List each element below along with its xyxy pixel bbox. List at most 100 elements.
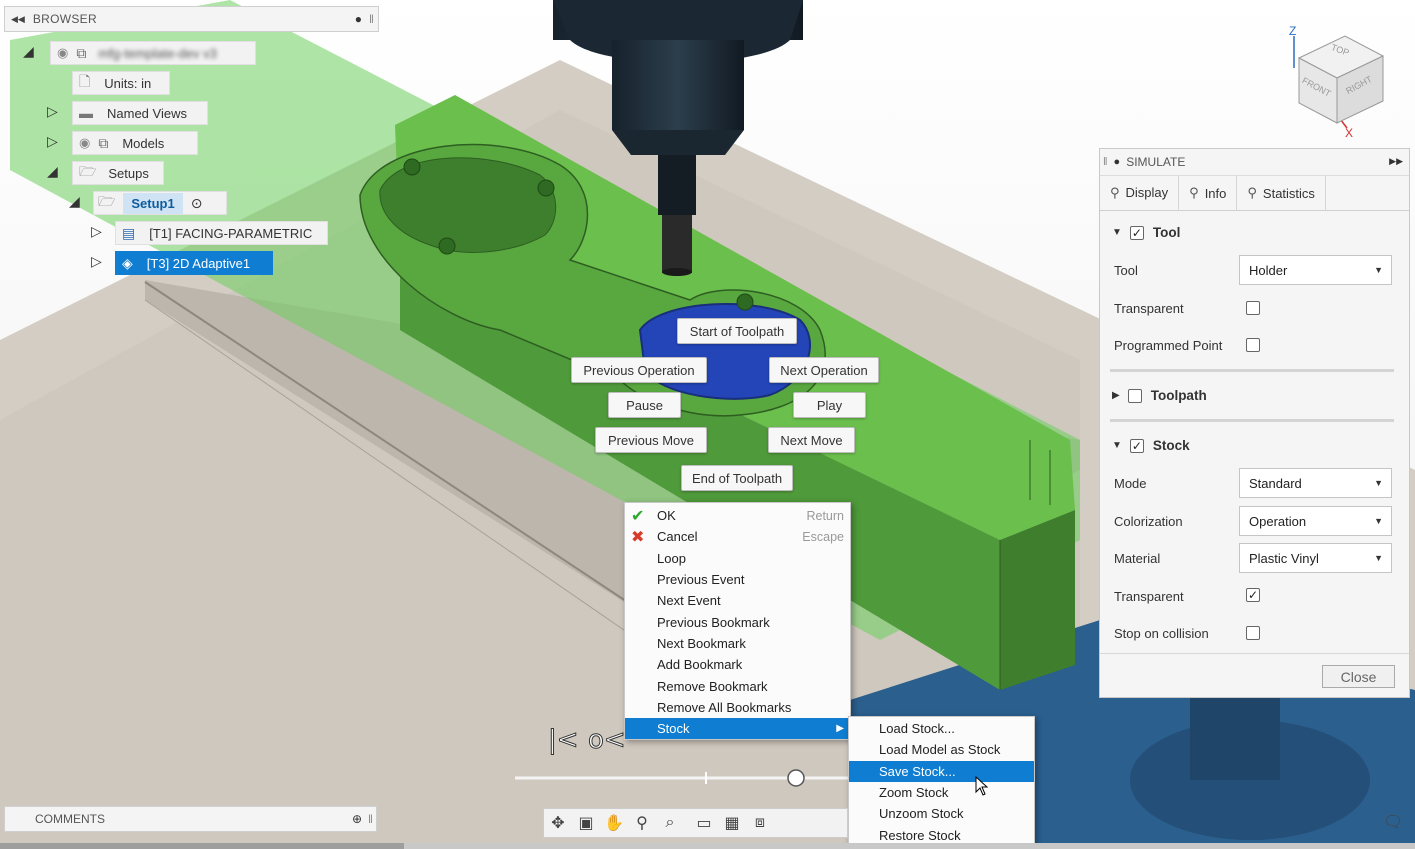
toolpath-checkbox[interactable] [1127,388,1142,403]
tree-item-operation-adaptive[interactable]: ◈ [T3] 2D Adaptive1 [115,251,273,275]
expand-right-icon[interactable]: ▶▶ [1389,156,1403,167]
menu-item-previous-event[interactable]: Previous Event [625,569,850,590]
tool-section-header[interactable]: ▼ ✓ Tool [1112,225,1180,240]
target-icon[interactable]: ⊙ [191,195,203,212]
menu-item-next-bookmark-label: Next Bookmark [657,635,746,651]
previous-operation-button[interactable]: Previous Operation [571,357,707,383]
simulate-header[interactable]: ‖ ● SIMULATE ▶▶ [1100,149,1409,176]
next-operation-button[interactable]: Next Operation [769,357,879,383]
look-at-icon[interactable]: ▣ [572,810,600,836]
comments-panel[interactable]: COMMENTS ⊕ ‖ [4,806,377,832]
material-dropdown[interactable]: Plastic Vinyl ▼ [1239,543,1392,573]
play-button[interactable]: Play [793,392,866,418]
menu-item-next-event[interactable]: Next Event [625,590,850,611]
menu-item-cancel[interactable]: ✖ Cancel Escape [625,526,850,547]
grid-icon[interactable]: ▦ [718,810,746,836]
menu-item-next-bookmark[interactable]: Next Bookmark [625,633,850,654]
menu-item-loop[interactable]: Loop [625,548,850,569]
cross-icon: ✖ [631,529,645,547]
tree-item-models[interactable]: ◉ ⧉ Models [72,131,198,155]
submenu-item-load-model-as-stock[interactable]: Load Model as Stock [849,739,1034,760]
colorization-dropdown[interactable]: Operation ▼ [1239,506,1392,536]
tab-info[interactable]: ⚲ Info [1179,176,1238,210]
chat-icon[interactable]: 🗨 [1383,812,1403,832]
submenu-item-unzoom-stock[interactable]: Unzoom Stock [849,803,1034,824]
menu-item-previous-bookmark[interactable]: Previous Bookmark [625,611,850,632]
view-cube[interactable]: Z X TOP FRONT RIGHT [1285,24,1390,140]
viewports-icon[interactable]: ⧈ [746,810,774,836]
operation-adaptive-label: [T3] 2D Adaptive1 [146,255,251,271]
stock-checkbox[interactable]: ✓ [1129,438,1144,453]
pin-icon[interactable]: ● [1114,156,1121,168]
zoom-icon[interactable]: ⚲ [628,810,656,836]
programmed-point-checkbox[interactable] [1246,338,1260,352]
comments-title: COMMENTS [35,812,105,826]
next-move-button[interactable]: Next Move [768,427,855,453]
menu-item-add-bookmark[interactable]: Add Bookmark [625,654,850,675]
menu-item-next-event-label: Next Event [657,593,721,609]
start-of-toolpath-button[interactable]: Start of Toolpath [677,318,797,344]
stock-section-header[interactable]: ▼ ✓ Stock [1112,438,1190,453]
expand-toolpath-icon[interactable]: ▶ [1112,390,1120,401]
load-stock-label: Load Stock... [879,721,955,737]
close-button[interactable]: Close [1322,665,1395,688]
collapse-left-icon[interactable]: ◀◀ [11,14,25,25]
document-icon: 🗋 [79,73,91,89]
tree-item-named-views[interactable]: ▬ Named Views [72,101,208,125]
expand-op1-icon[interactable]: ▷ [91,223,102,240]
eye-icon[interactable]: ◉ [79,135,90,151]
browser-title: BROWSER [32,12,97,26]
collapse-tool-icon[interactable]: ▼ [1112,227,1122,238]
statistics-tool-icon: ⚲ [1247,185,1257,200]
toolpath-section-header[interactable]: ▶ Toolpath [1112,388,1207,403]
comments-grip-icon[interactable]: ‖ [368,812,373,826]
submenu-item-load-stock[interactable]: Load Stock... [849,718,1034,739]
tab-display-label: Display [1125,185,1169,200]
tree-root-item[interactable]: ◉ ⧉ mfg-template-dev v3 [50,41,256,65]
menu-item-ok[interactable]: ✔ OK Return [625,505,850,526]
eye-icon[interactable]: ◉ [57,45,68,61]
browser-header[interactable]: ◀◀ BROWSER ● ‖ [4,6,379,32]
menu-item-stock[interactable]: Stock ▶ [625,717,850,740]
restore-stock-label: Restore Stock [879,827,961,843]
pan-icon[interactable]: ✋ [600,810,628,836]
menu-item-remove-all-bookmarks[interactable]: Remove All Bookmarks [625,697,850,718]
tool-checkbox[interactable]: ✓ [1129,225,1144,240]
previous-move-button[interactable]: Previous Move [595,427,707,453]
tree-item-units[interactable]: 🗋 Units: in [72,71,170,95]
transparent-checkbox[interactable] [1246,301,1260,315]
pause-button[interactable]: Pause [608,392,681,418]
save-stock-label: Save Stock... [879,763,956,779]
tree-item-operation-facing[interactable]: ▤ [T1] FACING-PARAMETRIC [115,221,328,245]
tree-item-setup1[interactable]: 🗁 Setup1 ⊙ [93,191,227,215]
expand-setups-icon[interactable]: ◢ [47,163,58,180]
expand-models-icon[interactable]: ▷ [47,133,58,150]
mode-dropdown[interactable]: Standard ▼ [1239,468,1392,498]
expand-named-views-icon[interactable]: ▷ [47,103,58,120]
stop-on-collision-label: Stop on collision [1114,626,1209,641]
expand-op2-icon[interactable]: ▷ [91,253,102,270]
tab-display[interactable]: ⚲ Display [1100,176,1180,210]
submenu-item-zoom-stock[interactable]: Zoom Stock [849,782,1034,803]
stock-transparent-checkbox[interactable]: ✓ [1246,588,1260,602]
load-model-as-stock-label: Load Model as Stock [879,742,1001,758]
grip-icon[interactable]: ‖ [1103,156,1108,168]
expand-setup1-icon[interactable]: ◢ [69,193,80,210]
stop-on-collision-checkbox[interactable] [1246,626,1260,640]
end-of-toolpath-button[interactable]: End of Toolpath [681,465,793,491]
browser-grip-icon[interactable]: ‖ [369,12,374,26]
display-settings-icon[interactable]: ▭ [690,810,718,836]
tab-statistics[interactable]: ⚲ Statistics [1237,176,1326,210]
browser-pin-icon[interactable]: ● [355,12,362,26]
menu-item-remove-bookmark[interactable]: Remove Bookmark [625,675,850,696]
orbit-icon[interactable]: ✥ [544,810,572,836]
adaptive-operation-icon: ◈ [122,254,133,271]
submenu-item-save-stock[interactable]: Save Stock... [849,760,1034,782]
add-comment-icon[interactable]: ⊕ [352,812,362,826]
expand-root-icon[interactable]: ◢ [23,43,34,60]
tree-item-setups[interactable]: 🗁 Setups [72,161,164,185]
collapse-stock-icon[interactable]: ▼ [1112,440,1122,451]
folder-icon: ▬ [79,105,93,121]
tool-dropdown[interactable]: Holder ▼ [1239,255,1392,285]
fit-icon[interactable]: ⌕ [656,810,684,836]
